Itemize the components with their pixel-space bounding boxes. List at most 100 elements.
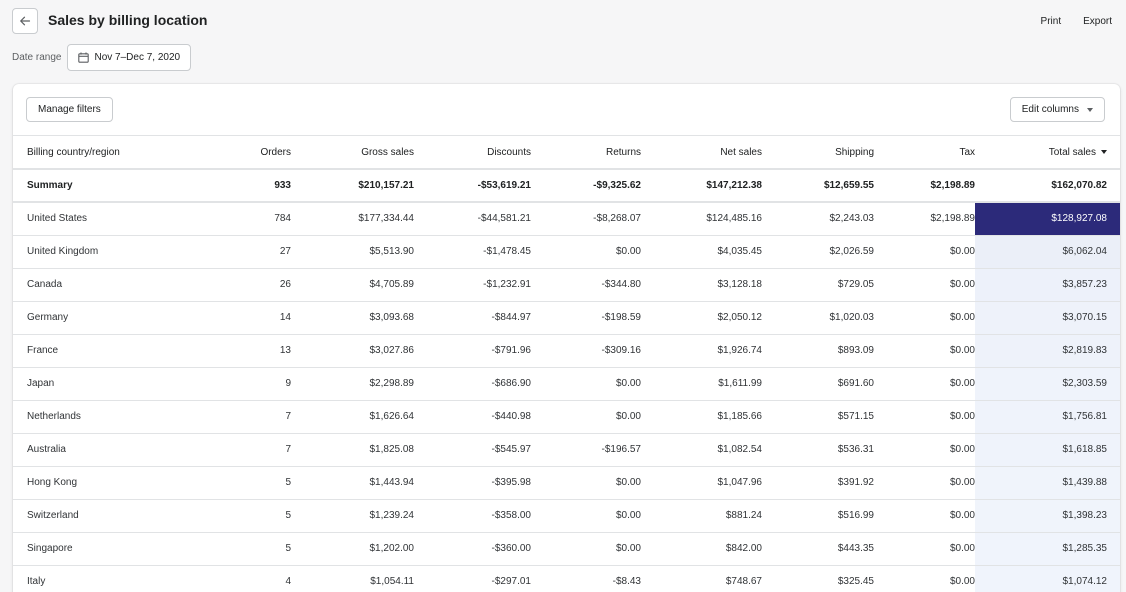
table-cell: -$344.80 xyxy=(531,268,641,302)
table-cell: $0.00 xyxy=(531,367,641,401)
table-cell: 13 xyxy=(188,334,291,368)
table-cell: $147,212.38 xyxy=(641,169,762,203)
edit-columns-button[interactable]: Edit columns xyxy=(1009,97,1105,122)
table-cell: United Kingdom xyxy=(13,235,188,269)
total-sales-cell: $3,070.15 xyxy=(975,301,1120,335)
table-cell: Netherlands xyxy=(13,400,188,434)
table-cell: $210,157.21 xyxy=(291,169,414,203)
table-cell: -$395.98 xyxy=(414,466,531,500)
date-range-value: Nov 7–Dec 7, 2020 xyxy=(94,52,181,63)
table-cell: -$44,581.21 xyxy=(414,202,531,236)
sort-descending-icon xyxy=(1101,149,1107,154)
table-cell: -$8,268.07 xyxy=(531,202,641,236)
column-header[interactable]: Gross sales xyxy=(291,136,414,170)
column-header[interactable]: Discounts xyxy=(414,136,531,170)
table-row: Netherlands 7 $1,626.64 -$440.98 $0.00 $1,185… xyxy=(13,400,1120,434)
table-cell: $0.00 xyxy=(874,400,975,434)
column-header[interactable]: Billing country/region xyxy=(13,136,188,170)
table-row: Japan 9 $2,298.89 -$686.90 $0.00 $1,611.99 $69… xyxy=(13,367,1120,401)
table-cell: $5,513.90 xyxy=(291,235,414,269)
date-range-picker[interactable]: Nov 7–Dec 7, 2020 xyxy=(67,44,192,71)
total-sales-cell: $2,819.83 xyxy=(975,334,1120,368)
total-sales-cell: $2,303.59 xyxy=(975,367,1120,401)
table-cell: 27 xyxy=(188,235,291,269)
page-title: Sales by billing location xyxy=(48,12,208,28)
table-cell: $162,070.82 xyxy=(975,169,1120,203)
table-cell: $0.00 xyxy=(874,367,975,401)
table-cell: -$440.98 xyxy=(414,400,531,434)
column-header[interactable]: Shipping xyxy=(762,136,874,170)
table-cell: $0.00 xyxy=(531,400,641,434)
table-cell: $2,198.89 xyxy=(874,169,975,203)
table-cell: United States xyxy=(13,202,188,236)
table-cell: Switzerland xyxy=(13,499,188,533)
table-cell: Hong Kong xyxy=(13,466,188,500)
table-cell: $1,047.96 xyxy=(641,466,762,500)
table-cell: $571.15 xyxy=(762,400,874,434)
report-table: Billing country/region Orders Gross sale… xyxy=(13,136,1120,592)
table-cell: 9 xyxy=(188,367,291,401)
table-cell: $1,239.24 xyxy=(291,499,414,533)
table-cell: $2,198.89 xyxy=(874,202,975,236)
table-cell: Japan xyxy=(13,367,188,401)
table-cell: Australia xyxy=(13,433,188,467)
table-cell: $3,128.18 xyxy=(641,268,762,302)
table-cell: $0.00 xyxy=(874,334,975,368)
table-cell: 7 xyxy=(188,433,291,467)
column-header[interactable]: Orders xyxy=(188,136,291,170)
table-cell: -$360.00 xyxy=(414,532,531,566)
table-cell: 933 xyxy=(188,169,291,203)
table-cell: 5 xyxy=(188,499,291,533)
table-cell: $748.67 xyxy=(641,565,762,592)
print-button[interactable]: Print xyxy=(1041,16,1062,27)
caret-down-icon xyxy=(1087,107,1093,112)
table-cell: 7 xyxy=(188,400,291,434)
table-cell: $177,334.44 xyxy=(291,202,414,236)
table-cell: $1,825.08 xyxy=(291,433,414,467)
table-cell: Singapore xyxy=(13,532,188,566)
table-cell: 4 xyxy=(188,565,291,592)
total-sales-cell: $1,439.88 xyxy=(975,466,1120,500)
table-cell: 14 xyxy=(188,301,291,335)
table-cell: $0.00 xyxy=(531,532,641,566)
column-header[interactable]: Tax xyxy=(874,136,975,170)
table-cell: $1,185.66 xyxy=(641,400,762,434)
calendar-icon xyxy=(78,52,90,63)
back-button[interactable] xyxy=(12,8,38,34)
table-cell: $842.00 xyxy=(641,532,762,566)
table-cell: $124,485.16 xyxy=(641,202,762,236)
table-cell: $1,611.99 xyxy=(641,367,762,401)
table-cell: 26 xyxy=(188,268,291,302)
table-cell: -$1,232.91 xyxy=(414,268,531,302)
table-cell: Canada xyxy=(13,268,188,302)
table-cell: $0.00 xyxy=(874,235,975,269)
table-cell: $1,626.64 xyxy=(291,400,414,434)
table-cell: $2,050.12 xyxy=(641,301,762,335)
table-cell: $1,443.94 xyxy=(291,466,414,500)
total-sales-cell: $1,618.85 xyxy=(975,433,1120,467)
table-cell: Summary xyxy=(13,169,188,203)
table-row: Italy 4 $1,054.11 -$297.01 -$8.43 $748.67 $325… xyxy=(13,565,1120,592)
table-cell: $0.00 xyxy=(531,466,641,500)
manage-filters-button[interactable]: Manage filters xyxy=(26,97,113,122)
column-header[interactable]: Returns xyxy=(531,136,641,170)
table-cell: $1,054.11 xyxy=(291,565,414,592)
arrow-left-icon xyxy=(20,16,31,26)
date-range-row: Date range Nov 7–Dec 7, 2020 xyxy=(12,44,192,71)
table-cell: $391.92 xyxy=(762,466,874,500)
table-cell: $3,093.68 xyxy=(291,301,414,335)
table-cell: $1,020.03 xyxy=(762,301,874,335)
export-button[interactable]: Export xyxy=(1083,16,1112,27)
total-sales-cell: $1,285.35 xyxy=(975,532,1120,566)
table-cell: $4,705.89 xyxy=(291,268,414,302)
table-cell: -$844.97 xyxy=(414,301,531,335)
table-row: France 13 $3,027.86 -$791.96 -$309.16 $1,926.… xyxy=(13,334,1120,368)
table-cell: $4,035.45 xyxy=(641,235,762,269)
total-sales-cell: $6,062.04 xyxy=(975,235,1120,269)
date-range-label: Date range xyxy=(12,52,62,63)
table-cell: $0.00 xyxy=(531,235,641,269)
table-cell: Germany xyxy=(13,301,188,335)
column-header[interactable]: Net sales xyxy=(641,136,762,170)
column-header-total-sales[interactable]: Total sales xyxy=(975,136,1120,170)
table-cell: -$545.97 xyxy=(414,433,531,467)
